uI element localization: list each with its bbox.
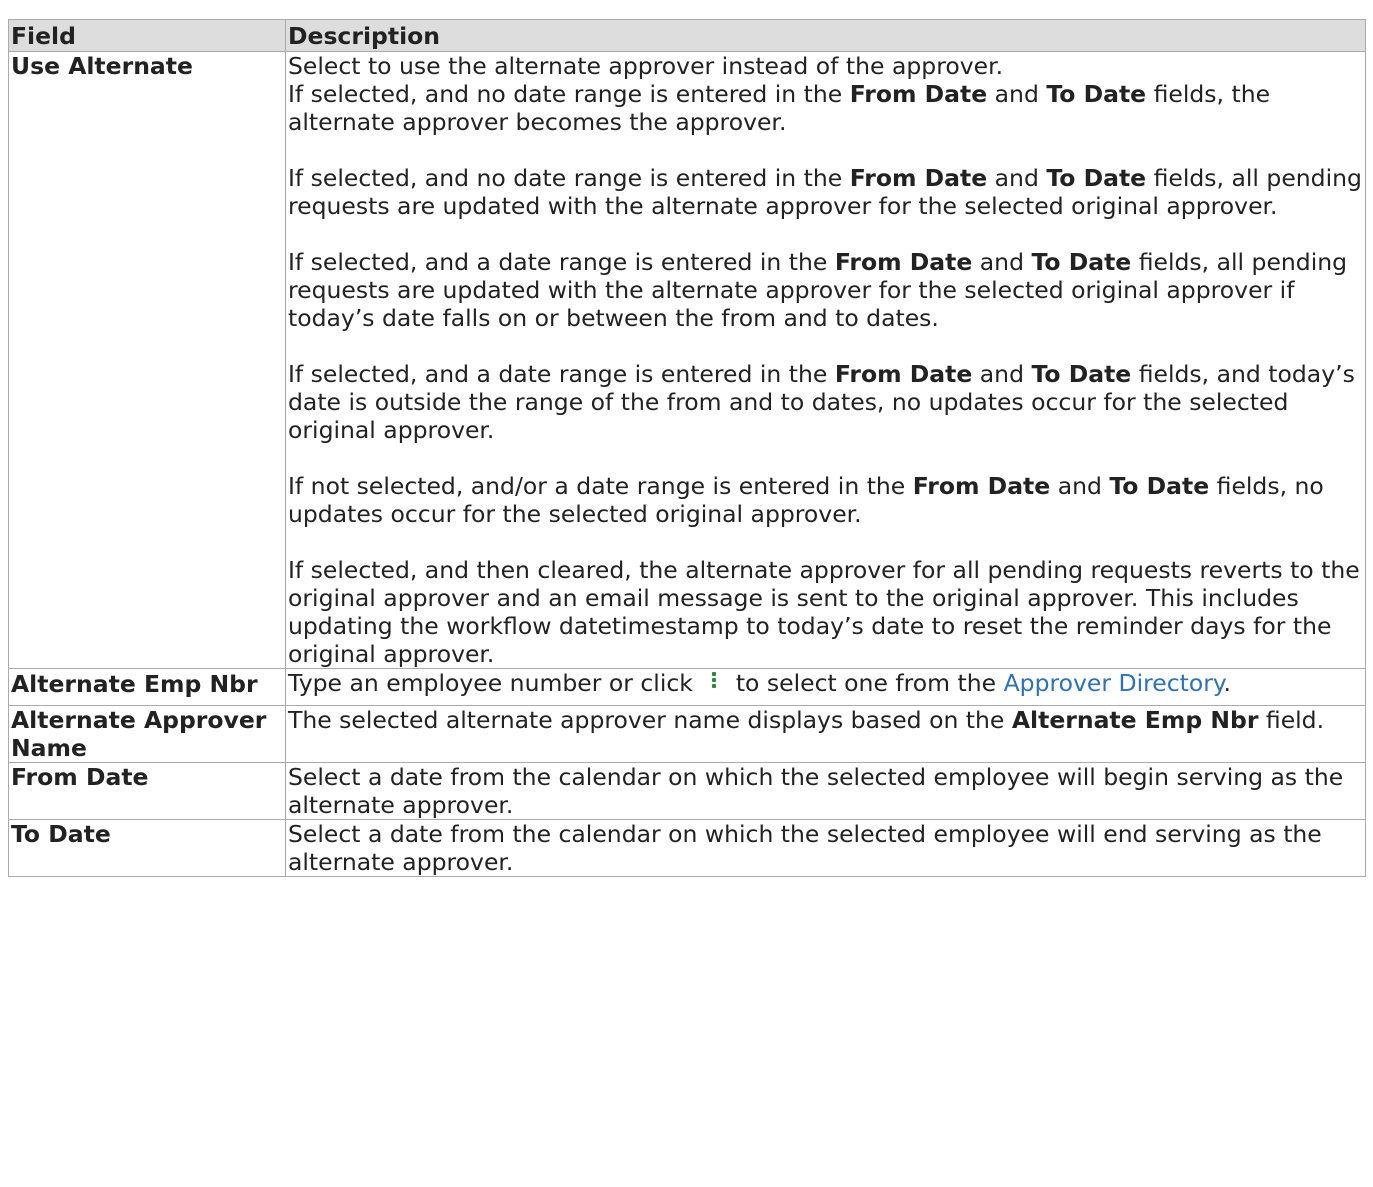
field-reference: Alternate Emp Nbr <box>1011 706 1259 734</box>
table-row-to-date: To Date Select a date from the calendar … <box>8 819 1366 877</box>
desc-text: and <box>972 248 1032 276</box>
desc-text: If selected, and no date range is entere… <box>288 80 850 108</box>
table-row-use-alternate: Use Alternate Select to use the alternat… <box>8 51 1366 669</box>
header-description: Description <box>285 19 1366 52</box>
desc-text: If not selected, and/or a date range is … <box>288 472 913 500</box>
field-from-date: From Date <box>8 762 286 820</box>
desc-text: and <box>987 164 1047 192</box>
vertical-dots-icon[interactable] <box>700 670 728 692</box>
description-alternate-approver-name: The selected alternate approver name dis… <box>285 705 1366 763</box>
desc-paragraph: Select to use the alternate approver ins… <box>288 52 1363 136</box>
description-use-alternate: Select to use the alternate approver ins… <box>285 51 1366 669</box>
table-row-alternate-emp-nbr: Alternate Emp Nbr Type an employee numbe… <box>8 668 1366 706</box>
table-header-row: Field Description <box>8 19 1366 52</box>
desc-paragraph: If selected, and a date range is entered… <box>288 360 1363 444</box>
description-from-date: Select a date from the calendar on which… <box>285 762 1366 820</box>
desc-text: field. <box>1258 706 1325 734</box>
field-use-alternate: Use Alternate <box>8 51 286 669</box>
header-field: Field <box>8 19 286 52</box>
field-reference: From Date <box>834 248 973 276</box>
field-alternate-emp-nbr: Alternate Emp Nbr <box>8 668 286 706</box>
field-reference: To Date <box>1046 164 1147 192</box>
description-to-date: Select a date from the calendar on which… <box>285 819 1366 877</box>
field-reference: From Date <box>912 472 1051 500</box>
table-row-from-date: From Date Select a date from the calenda… <box>8 762 1366 820</box>
field-alternate-approver-name: Alternate Approver Name <box>8 705 286 763</box>
field-reference: To Date <box>1031 248 1132 276</box>
desc-text: and <box>1050 472 1110 500</box>
field-to-date: To Date <box>8 819 286 877</box>
table-row-alternate-approver-name: Alternate Approver Name The selected alt… <box>8 705 1366 763</box>
field-description-table: Field Description Use Alternate Select t… <box>8 19 1366 877</box>
desc-paragraph: If selected, and then cleared, the alter… <box>288 556 1360 668</box>
desc-text: Type an employee number or click <box>288 669 701 697</box>
desc-text: to select one from the <box>728 669 1004 697</box>
desc-paragraph: If selected, and no date range is entere… <box>288 164 1363 220</box>
field-reference: From Date <box>834 360 973 388</box>
desc-text: If selected, and a date range is entered… <box>288 360 835 388</box>
desc-text: Select to use the alternate approver ins… <box>288 52 1004 80</box>
field-reference: To Date <box>1046 80 1147 108</box>
field-reference: To Date <box>1031 360 1132 388</box>
description-alternate-emp-nbr: Type an employee number or click to sele… <box>285 668 1366 706</box>
desc-text: and <box>972 360 1032 388</box>
field-reference: From Date <box>849 164 988 192</box>
desc-text: and <box>987 80 1047 108</box>
approver-directory-link[interactable]: Approver Directory <box>1004 669 1224 697</box>
desc-paragraph: If not selected, and/or a date range is … <box>288 472 1363 528</box>
desc-text: If selected, and no date range is entere… <box>288 164 850 192</box>
desc-text: If selected, and a date range is entered… <box>288 248 835 276</box>
field-reference: To Date <box>1109 472 1210 500</box>
desc-text: . <box>1223 669 1231 697</box>
desc-text: The selected alternate approver name dis… <box>288 706 1012 734</box>
desc-paragraph: If selected, and a date range is entered… <box>288 248 1363 332</box>
field-reference: From Date <box>849 80 988 108</box>
